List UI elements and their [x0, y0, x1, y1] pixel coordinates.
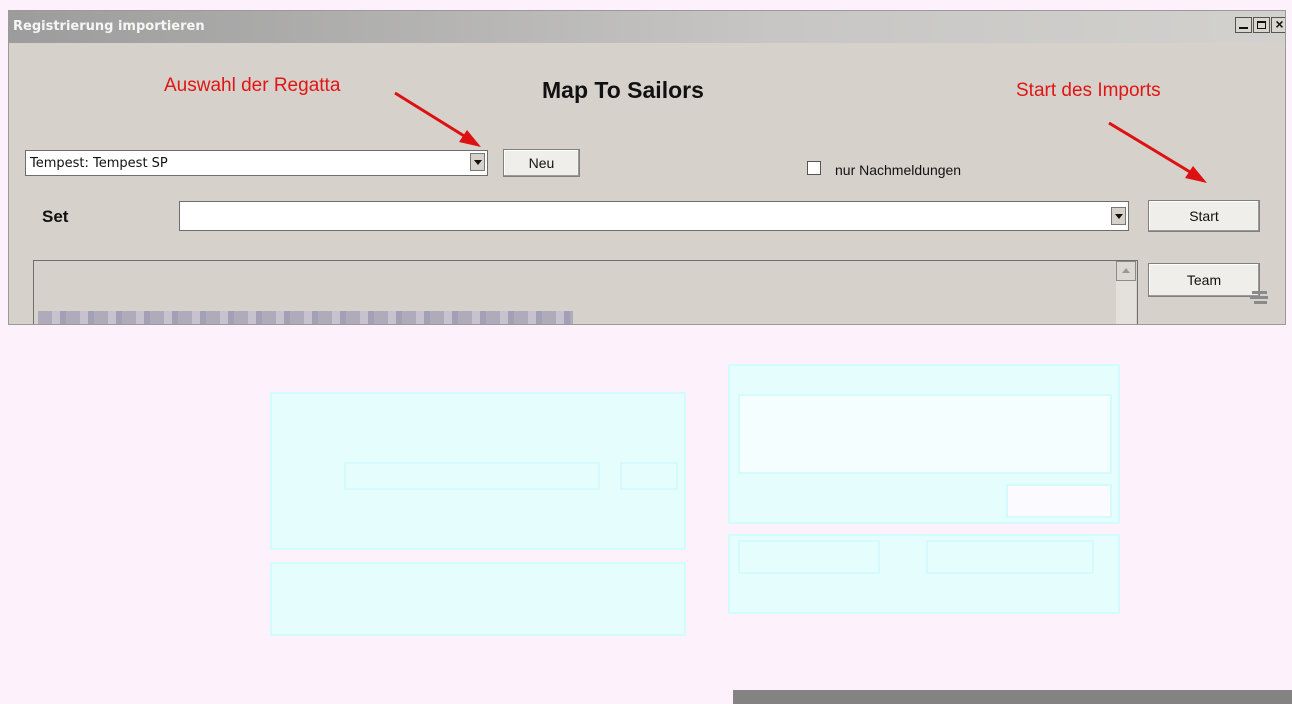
page-title: Map To Sailors — [542, 77, 704, 103]
ghost-field — [738, 394, 1112, 474]
minimize-icon[interactable] — [1235, 17, 1252, 33]
ghost-taskbar — [733, 690, 1292, 704]
annotation-arrow-left — [394, 91, 481, 147]
annotation-arrow-right — [1108, 121, 1207, 183]
maximize-icon[interactable] — [1253, 17, 1270, 33]
close-icon[interactable]: × — [1271, 16, 1285, 33]
artifact-strip — [38, 311, 573, 324]
annotation-import: Start des Imports — [1016, 80, 1161, 101]
list-scrollbar[interactable] — [1116, 261, 1136, 324]
ghost-button — [738, 540, 880, 574]
resize-grip-icon[interactable] — [1250, 289, 1268, 305]
ghost-button — [620, 462, 678, 490]
import-window: Registrierung importieren × Auswahl der … — [8, 10, 1286, 325]
late-entries-label: nur Nachmeldungen — [835, 162, 962, 178]
regatta-select[interactable]: Tempest: Tempest SP — [25, 150, 488, 176]
ghost-button — [1006, 484, 1112, 518]
ghost-panel — [270, 562, 686, 636]
start-button[interactable]: Start — [1148, 200, 1260, 232]
scroll-up-icon[interactable] — [1116, 261, 1136, 281]
regatta-select-value: Tempest: Tempest SP — [30, 156, 168, 171]
ghost-button — [926, 540, 1094, 574]
set-select[interactable] — [179, 201, 1129, 231]
window-title: Registrierung importieren — [13, 19, 205, 34]
dropdown-arrow-icon[interactable] — [1111, 207, 1126, 225]
title-bar[interactable]: Registrierung importieren × — [9, 11, 1285, 43]
late-entries-checkbox[interactable] — [807, 161, 821, 175]
ghost-field — [344, 462, 600, 490]
set-label: Set — [42, 207, 69, 226]
new-button[interactable]: Neu — [503, 149, 580, 177]
annotation-regatta: Auswahl der Regatta — [164, 75, 341, 96]
team-button[interactable]: Team — [1148, 263, 1260, 297]
dropdown-arrow-icon[interactable] — [470, 153, 485, 171]
